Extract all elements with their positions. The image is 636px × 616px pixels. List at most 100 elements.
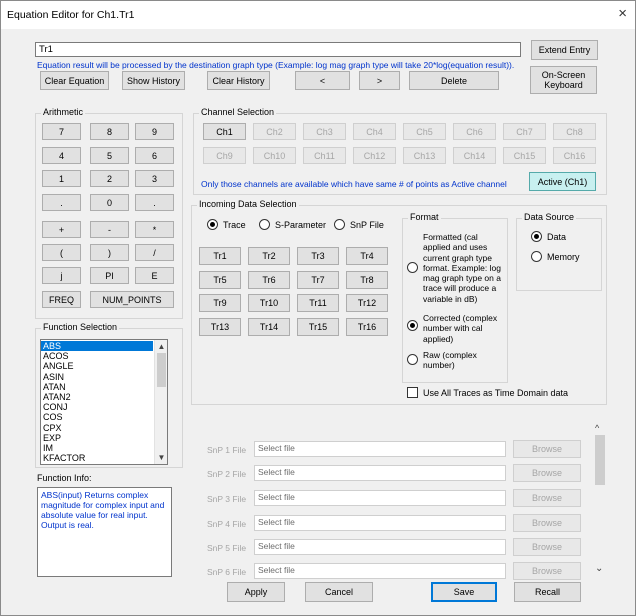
scroll-up-icon[interactable]: ▲ [156,341,167,352]
keypad-button[interactable]: 0 [90,194,129,211]
trace-button[interactable]: Tr16 [346,318,388,336]
data-source-label: Data Source [522,212,577,222]
keypad-button[interactable]: 3 [135,170,174,187]
scroll-thumb[interactable] [157,353,166,387]
function-list-item[interactable]: EXP [41,433,153,443]
keypad-button[interactable]: 4 [42,147,81,164]
trace-button[interactable]: Tr11 [297,294,339,312]
num-points-button[interactable]: NUM_POINTS [90,291,174,308]
trace-radio[interactable] [207,219,218,230]
trace-button[interactable]: Tr9 [199,294,241,312]
operator-button[interactable]: + [42,221,81,238]
function-list-item[interactable]: CPX [41,423,153,433]
onscreen-keyboard-button[interactable]: On-Screen Keyboard [530,66,597,94]
sparameter-radio[interactable] [259,219,270,230]
snp-scroll-thumb[interactable] [595,435,605,485]
function-info-label: Function Info: [37,473,92,483]
snp-file-input[interactable]: Select file [254,539,506,555]
keypad-button[interactable]: . [42,194,81,211]
scroll-down-icon[interactable]: ▼ [156,452,167,463]
snp-file-radio[interactable] [334,219,345,230]
trace-button[interactable]: Tr7 [297,271,339,289]
snp-file-input[interactable]: Select file [254,563,506,579]
operator-button[interactable]: / [135,244,174,261]
trace-button[interactable]: Tr5 [199,271,241,289]
trace-button[interactable]: Tr15 [297,318,339,336]
snp-scroll-down-icon[interactable]: ⌄ [595,563,603,574]
function-list-scrollbar[interactable]: ▲ ▼ [154,340,167,464]
memory-radio[interactable] [531,251,542,262]
trace-button[interactable]: Tr2 [248,247,290,265]
corrected-radio-label: Corrected (complex number with cal appli… [423,313,498,344]
keypad-button[interactable]: 7 [42,123,81,140]
trace-button[interactable]: Tr12 [346,294,388,312]
function-list-item[interactable]: KFACTOR [41,453,153,463]
keypad-button[interactable]: 1 [42,170,81,187]
keypad-button[interactable]: . [135,194,174,211]
operator-button[interactable]: j [42,267,81,284]
operator-button[interactable]: E [135,267,174,284]
recall-button[interactable]: Recall [514,582,581,602]
cancel-button[interactable]: Cancel [305,582,373,602]
snp-scroll-up-icon[interactable]: ^ [595,423,599,433]
function-list-item[interactable]: ANGLE [41,361,153,371]
snp-file-input[interactable]: Select file [254,490,506,506]
equation-input[interactable]: Tr1 [35,42,521,57]
channel-button: Ch8 [553,123,596,140]
use-all-traces-checkbox[interactable] [407,387,418,398]
data-radio[interactable] [531,231,542,242]
keypad-button[interactable]: 9 [135,123,174,140]
channel-button: Ch9 [203,147,246,164]
close-icon[interactable]: × [618,5,627,23]
formatted-radio-label: Formatted (cal applied and uses current … [423,232,501,304]
show-history-button[interactable]: Show History [122,71,185,90]
trace-button[interactable]: Tr13 [199,318,241,336]
snp-scrollbar[interactable]: ^ ⌄ [593,419,607,577]
function-list-item[interactable]: ATAN [41,382,153,392]
keypad-button[interactable]: 8 [90,123,129,140]
raw-radio[interactable] [407,354,418,365]
snp-file-radio-label: SnP File [350,220,384,230]
trace-button[interactable]: Tr4 [346,247,388,265]
snp-file-input[interactable]: Select file [254,515,506,531]
trace-button[interactable]: Tr8 [346,271,388,289]
delete-button[interactable]: Delete [409,71,499,90]
trace-button[interactable]: Tr6 [248,271,290,289]
function-list-item[interactable]: ASIN [41,372,153,382]
function-list-item[interactable]: IM [41,443,153,453]
function-list-item[interactable]: ATAN2 [41,392,153,402]
trace-button[interactable]: Tr10 [248,294,290,312]
function-list-item[interactable]: ACOS [41,351,153,361]
operator-button[interactable]: * [135,221,174,238]
keypad-button[interactable]: 6 [135,147,174,164]
trace-button[interactable]: Tr14 [248,318,290,336]
history-previous-button[interactable]: < [295,71,350,90]
clear-equation-button[interactable]: Clear Equation [40,71,109,90]
apply-button[interactable]: Apply [227,582,285,602]
function-list-item[interactable]: CONJ [41,402,153,412]
formatted-radio[interactable] [407,262,418,273]
trace-button[interactable]: Tr1 [199,247,241,265]
function-list-item[interactable]: COS [41,412,153,422]
snp-file-input[interactable]: Select file [254,465,506,481]
operator-button[interactable]: ( [42,244,81,261]
trace-button[interactable]: Tr3 [297,247,339,265]
keypad-button[interactable]: 2 [90,170,129,187]
save-button[interactable]: Save [431,582,497,602]
snp-browse-button: Browse [513,464,581,482]
snp-file-input[interactable]: Select file [254,441,506,457]
channel-button[interactable]: Ch1 [203,123,246,140]
freq-button[interactable]: FREQ [42,291,81,308]
clear-history-button[interactable]: Clear History [207,71,270,90]
history-next-button[interactable]: > [359,71,400,90]
extend-entry-button[interactable]: Extend Entry [531,40,598,60]
active-channel-button[interactable]: Active (Ch1) [529,172,596,191]
title-bar[interactable]: Equation Editor for Ch1.Tr1 × [1,1,635,29]
operator-button[interactable]: ) [90,244,129,261]
operator-button[interactable]: - [90,221,129,238]
function-listbox[interactable]: ABS ACOS ANGLE ASIN ATAN ATAN2 CONJ COS CPX EXP IM… [40,339,168,465]
function-list-item[interactable]: ABS [41,341,153,352]
corrected-radio[interactable] [407,320,418,331]
keypad-button[interactable]: 5 [90,147,129,164]
operator-button[interactable]: PI [90,267,129,284]
